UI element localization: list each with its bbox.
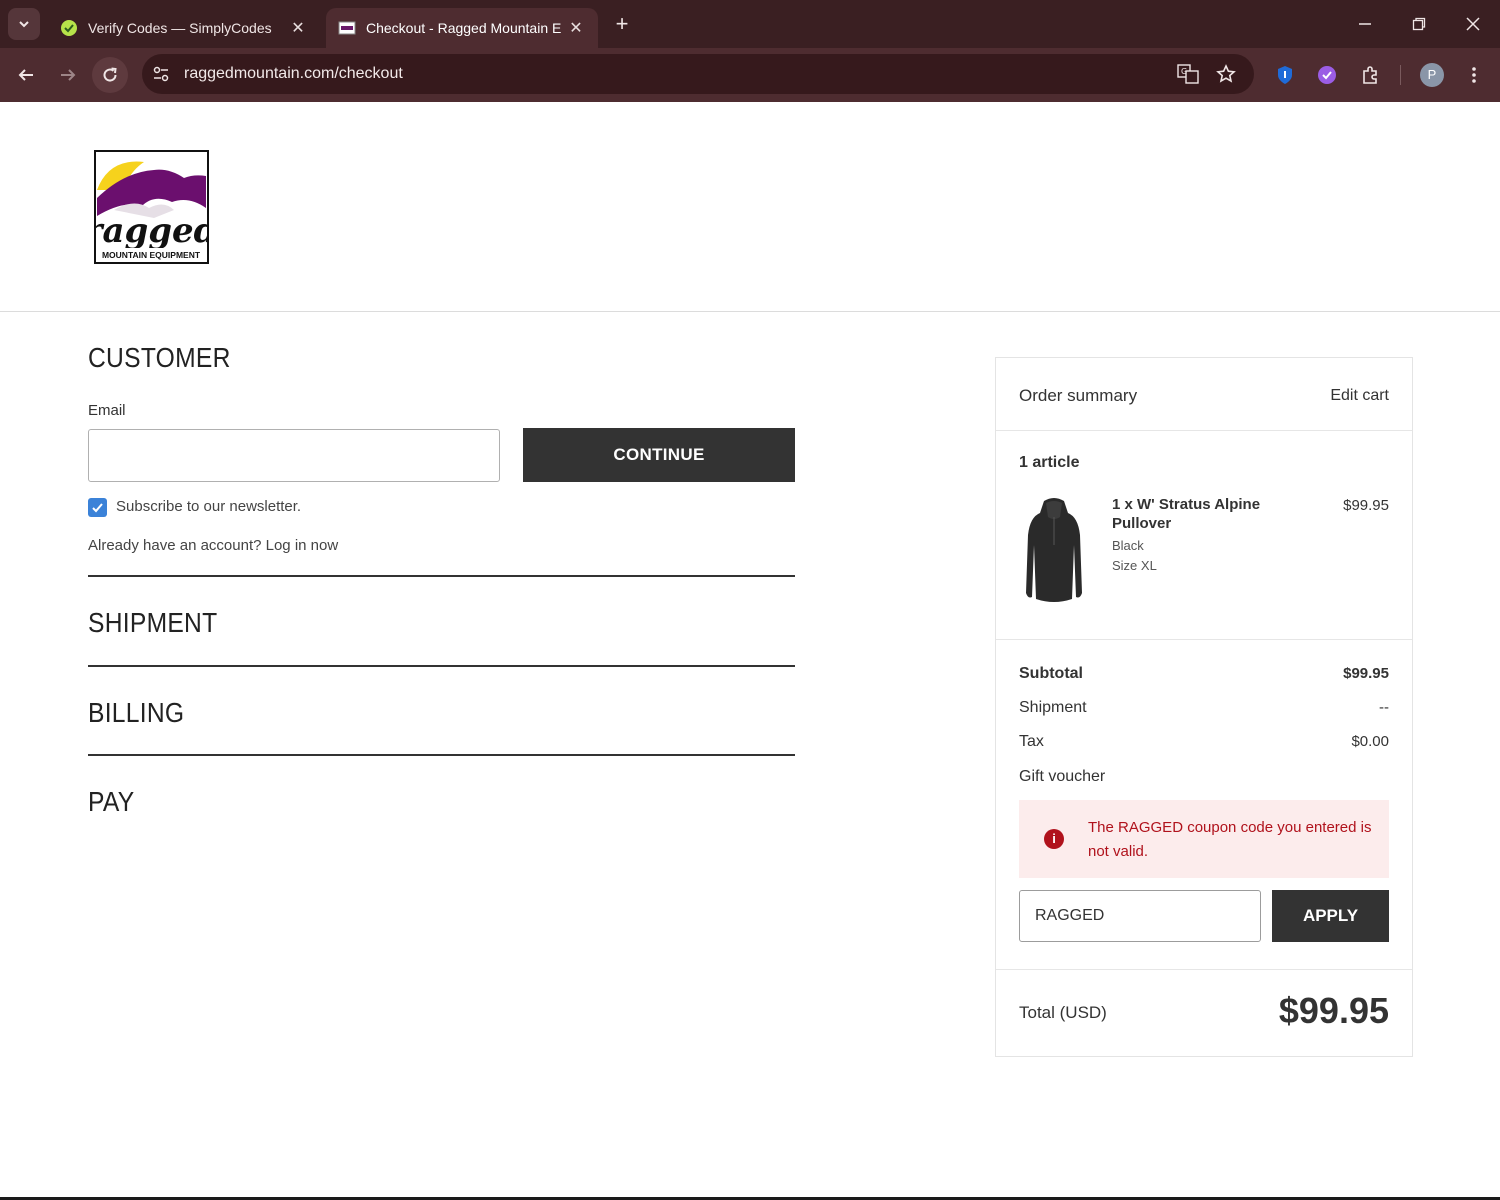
customer-section-title: CUSTOMER — [88, 342, 231, 373]
toolbar-separator — [1400, 65, 1401, 85]
subtotal-label: Subtotal — [1019, 665, 1083, 682]
simplycodes-favicon-icon — [61, 20, 77, 36]
section-divider — [88, 575, 795, 577]
email-field[interactable] — [88, 429, 500, 482]
logo-wordmark: ragged — [94, 211, 209, 251]
close-tab-icon[interactable]: ✕ — [288, 18, 308, 38]
coupon-error-alert: i The RAGGED coupon code you entered is … — [1019, 800, 1389, 878]
product-image[interactable] — [1022, 495, 1086, 607]
summary-separator — [996, 969, 1412, 970]
continue-button[interactable]: CONTINUE — [523, 428, 795, 482]
star-icon — [1216, 64, 1236, 83]
minimize-button[interactable] — [1338, 0, 1392, 48]
coupon-code-input[interactable]: RAGGED — [1019, 890, 1261, 942]
close-window-button[interactable] — [1446, 0, 1500, 48]
tax-label: Tax — [1019, 733, 1044, 750]
newsletter-checkbox[interactable] — [88, 498, 107, 517]
restore-button[interactable] — [1392, 0, 1446, 48]
product-price: $99.95 — [1343, 497, 1389, 514]
ragged-favicon-icon — [338, 21, 356, 35]
reload-button[interactable] — [92, 57, 128, 93]
shield-icon — [1278, 66, 1292, 84]
browser-menu-button[interactable] — [1460, 61, 1488, 89]
product-name: 1 x W' Stratus Alpine Pullover — [1112, 496, 1261, 532]
section-divider — [88, 754, 795, 756]
shipment-section-title: SHIPMENT — [88, 607, 218, 638]
profile-initial: P — [1420, 63, 1444, 87]
close-tab-icon[interactable]: ✕ — [566, 18, 586, 38]
svg-text:G: G — [1181, 67, 1187, 76]
product-color: Black — [1112, 538, 1144, 553]
shipment-label: Shipment — [1019, 699, 1087, 716]
translate-icon: G — [1177, 64, 1199, 84]
browser-tabstrip: Verify Codes — SimplyCodes ✕ Checkout - … — [0, 0, 1500, 48]
profile-avatar[interactable]: P — [1418, 61, 1446, 89]
forward-button[interactable] — [50, 57, 86, 93]
product-size: Size XL — [1112, 558, 1157, 573]
total-label: Total (USD) — [1019, 1003, 1107, 1022]
tab-simplycodes[interactable]: Verify Codes — SimplyCodes ✕ — [48, 8, 320, 48]
order-summary-panel: Order summary Edit cart 1 article 1 x W'… — [995, 357, 1413, 1057]
site-settings-icon[interactable] — [152, 65, 170, 83]
bitwarden-extension-button[interactable] — [1271, 61, 1299, 89]
tax-value: $0.00 — [1351, 733, 1389, 750]
new-tab-button[interactable]: + — [608, 10, 636, 38]
minimize-icon — [1359, 23, 1371, 25]
billing-section-title: BILLING — [88, 697, 185, 728]
pay-section-title: PAY — [88, 786, 135, 817]
summary-separator — [996, 430, 1412, 431]
coupon-error-message: The RAGGED coupon code you entered is no… — [1088, 819, 1372, 860]
checkmark-icon — [92, 503, 103, 513]
tab-title: Verify Codes — SimplyCodes — [88, 20, 272, 36]
close-icon — [1466, 17, 1480, 31]
restore-icon — [1412, 17, 1426, 31]
order-summary-title: Order summary — [1019, 386, 1138, 405]
chevron-down-icon — [19, 21, 29, 28]
section-divider — [88, 665, 795, 667]
bookmark-button[interactable] — [1212, 60, 1240, 88]
translate-button[interactable]: G — [1174, 60, 1202, 88]
back-button[interactable] — [8, 57, 44, 93]
total-value: $99.95 — [1278, 990, 1389, 1031]
checkout-page: ragged MOUNTAIN EQUIPMENT CUSTOMER Email… — [0, 102, 1500, 1200]
arrow-left-icon — [18, 69, 33, 81]
tab-title: Checkout - Ragged Mountain E — [366, 20, 562, 36]
arrow-right-icon — [61, 69, 76, 81]
more-vertical-icon — [1472, 67, 1476, 83]
gift-voucher-label: Gift voucher — [1019, 768, 1106, 785]
newsletter-label[interactable]: Subscribe to our newsletter. — [116, 498, 301, 515]
logo-tagline: MOUNTAIN EQUIPMENT — [102, 250, 201, 260]
tab-search-button[interactable] — [8, 8, 40, 40]
reload-icon — [103, 67, 117, 82]
article-count: 1 article — [1019, 454, 1080, 471]
apply-coupon-button[interactable]: APPLY — [1272, 890, 1389, 942]
email-label: Email — [88, 402, 126, 419]
tab-checkout[interactable]: Checkout - Ragged Mountain E ✕ — [326, 8, 598, 48]
error-info-icon: i — [1044, 829, 1064, 849]
ragged-mountain-logo[interactable]: ragged MOUNTAIN EQUIPMENT — [94, 150, 209, 264]
browser-toolbar: raggedmountain.com/checkout G P — [0, 48, 1500, 102]
shipment-value: -- — [1379, 699, 1389, 716]
login-link[interactable]: Already have an account? Log in now — [88, 537, 338, 554]
summary-separator — [996, 639, 1412, 640]
extensions-button[interactable] — [1356, 61, 1384, 89]
address-bar[interactable]: raggedmountain.com/checkout G — [142, 54, 1254, 94]
simplycodes-extension-button[interactable] — [1313, 61, 1341, 89]
header-separator — [0, 311, 1500, 312]
edit-cart-link[interactable]: Edit cart — [1330, 387, 1389, 405]
subtotal-value: $99.95 — [1343, 665, 1389, 682]
simplycodes-icon — [1318, 66, 1336, 84]
puzzle-icon — [1363, 66, 1377, 84]
url-text: raggedmountain.com/checkout — [184, 65, 403, 82]
